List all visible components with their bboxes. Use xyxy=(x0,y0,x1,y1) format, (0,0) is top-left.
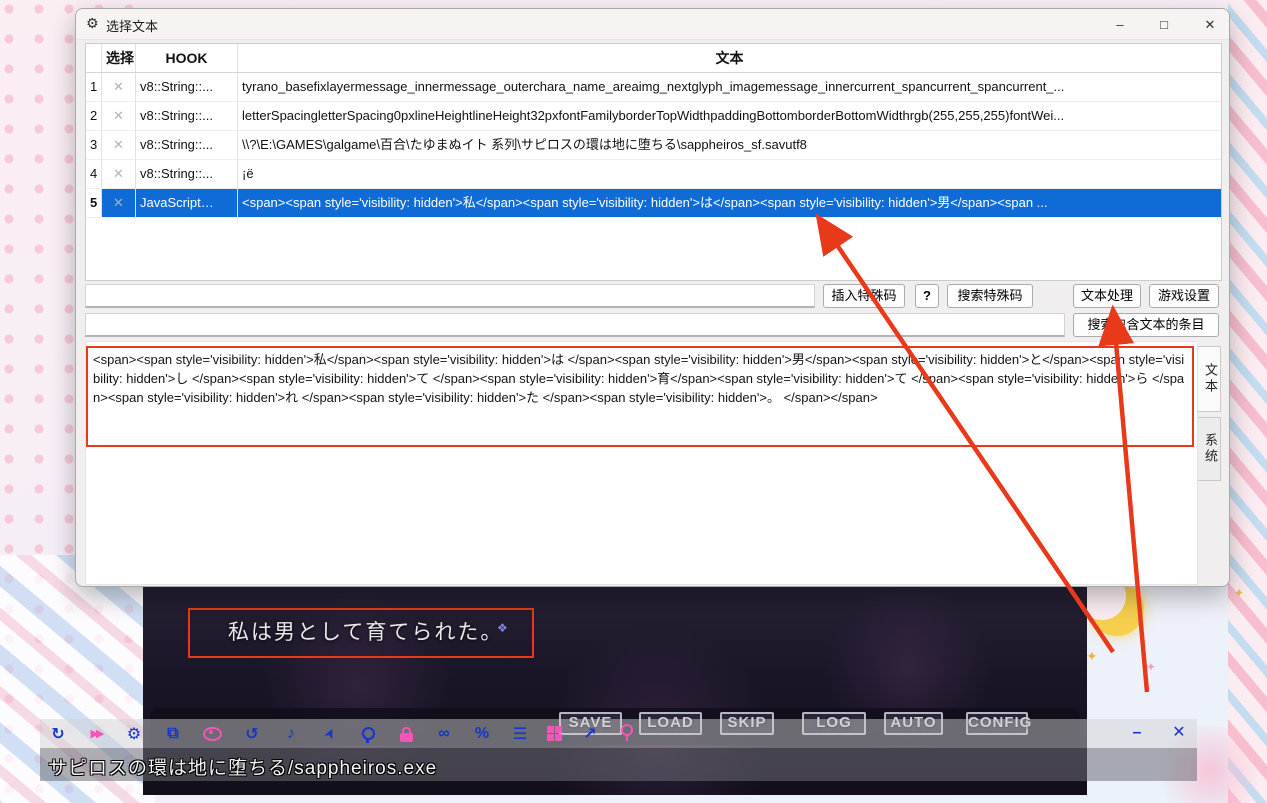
key-icon[interactable]: % xyxy=(469,721,495,746)
sparkle-icon: ✦ xyxy=(1086,648,1098,664)
overlay-titlebar[interactable]: サピロスの環は地に堕ちる/sappheiros.exe xyxy=(40,748,1197,781)
click-wait-indicator: ❖ xyxy=(497,621,508,635)
x-icon: ✕ xyxy=(113,137,124,152)
x-icon: ✕ xyxy=(113,195,124,210)
remove-hook-button[interactable]: ✕ xyxy=(102,131,136,159)
special-code-input[interactable] xyxy=(85,284,815,308)
tab-system[interactable]: 系统 xyxy=(1198,417,1221,481)
overlay-close-button[interactable]: ✕ xyxy=(1166,720,1192,746)
minimize-button[interactable]: – xyxy=(1104,13,1136,36)
search-text-input[interactable] xyxy=(85,313,1065,337)
select-text-dialog: ⚙ 选择文本 – □ ✕ 选择 HOOK 文本 1 ✕ v8::String::… xyxy=(75,8,1230,587)
maximize-button[interactable]: □ xyxy=(1148,13,1180,36)
game-settings-button[interactable]: 游戏设置 xyxy=(1149,284,1219,308)
music-note-icon[interactable]: ♪ xyxy=(278,721,304,746)
dialog-titlebar[interactable]: ⚙ 选择文本 – □ ✕ xyxy=(76,9,1229,40)
lock-icon[interactable] xyxy=(393,721,419,746)
search-special-code-button[interactable]: 搜索特殊码 xyxy=(947,284,1033,308)
game-dialogue-text: 私は男として育てられた。 xyxy=(228,621,504,644)
table-row[interactable]: 4 ✕ v8::String::... ¡ë xyxy=(86,160,1221,189)
insert-special-code-button[interactable]: 插入特殊码 xyxy=(823,284,905,308)
overlay-toolbar: ↻ ▶▶ ⚙ ⧉ ↺ ♪ ➤ ∞ % ☰ ↗ – ✕ xyxy=(40,719,1197,748)
windows-logo-icon[interactable] xyxy=(541,721,567,746)
search-entries-button[interactable]: 搜索包含文本的条目 xyxy=(1073,313,1219,337)
cursor-icon[interactable]: ➤ xyxy=(313,716,347,750)
overlay-minimize-button[interactable]: – xyxy=(1124,720,1150,746)
remove-hook-button[interactable]: ✕ xyxy=(102,102,136,130)
lightbulb-icon[interactable] xyxy=(355,721,381,746)
refresh-icon[interactable]: ↻ xyxy=(45,721,71,746)
header-text: 文本 xyxy=(715,50,744,66)
undo-icon[interactable]: ↺ xyxy=(239,721,265,746)
help-button[interactable]: ? xyxy=(915,284,939,308)
table-row-selected[interactable]: 5 ✕ JavaScript… <span><span style='visib… xyxy=(86,189,1221,218)
link-icon[interactable]: ∞ xyxy=(431,721,457,746)
x-icon: ✕ xyxy=(113,166,124,181)
wallpaper-stripes xyxy=(1228,0,1267,803)
hook-table: 选择 HOOK 文本 1 ✕ v8::String::... tyrano_ba… xyxy=(85,43,1222,281)
close-button[interactable]: ✕ xyxy=(1194,13,1226,36)
copy-icon[interactable]: ⧉ xyxy=(160,721,186,746)
gear-icon[interactable]: ⚙ xyxy=(121,721,147,746)
sparkle-icon: ✦ xyxy=(1146,660,1157,674)
table-header: 选择 HOOK 文本 xyxy=(86,44,1221,73)
x-icon: ✕ xyxy=(113,79,124,94)
header-hook: HOOK xyxy=(136,44,238,72)
gear-app-icon: ⚙ xyxy=(86,15,99,31)
tab-text[interactable]: 文本 xyxy=(1198,346,1221,412)
remove-hook-button[interactable]: ✕ xyxy=(102,160,136,188)
text-process-button[interactable]: 文本处理 xyxy=(1073,284,1141,308)
sparkle-icon: ✦ xyxy=(1234,586,1245,600)
table-row[interactable]: 2 ✕ v8::String::... letterSpacingletterS… xyxy=(86,102,1221,131)
table-row[interactable]: 1 ✕ v8::String::... tyrano_basefixlayerm… xyxy=(86,73,1221,102)
game-process-title: サピロスの環は地に堕ちる/sappheiros.exe xyxy=(48,758,438,779)
x-icon: ✕ xyxy=(113,108,124,123)
remove-hook-button[interactable]: ✕ xyxy=(102,189,136,217)
remove-hook-button[interactable]: ✕ xyxy=(102,73,136,101)
dialog-title: 选择文本 xyxy=(106,19,159,34)
fast-forward-icon[interactable]: ▶▶ xyxy=(83,721,109,746)
pin-icon[interactable] xyxy=(614,721,640,746)
menu-lines-icon[interactable]: ☰ xyxy=(507,721,533,746)
header-select: 选择 xyxy=(102,44,136,72)
eye-icon[interactable] xyxy=(199,721,225,746)
table-row[interactable]: 3 ✕ v8::String::... \\?\E:\GAMES\galgame… xyxy=(86,131,1221,160)
node-arrow-icon[interactable]: ↗ xyxy=(577,721,603,746)
desktop: ✦ ✦ ✦ ✦ 私は男として育てられた。 ❖ SAVE LOAD SKIP LO… xyxy=(0,0,1267,803)
processed-text-area[interactable]: <span><span style='visibility: hidden'>私… xyxy=(86,346,1194,447)
